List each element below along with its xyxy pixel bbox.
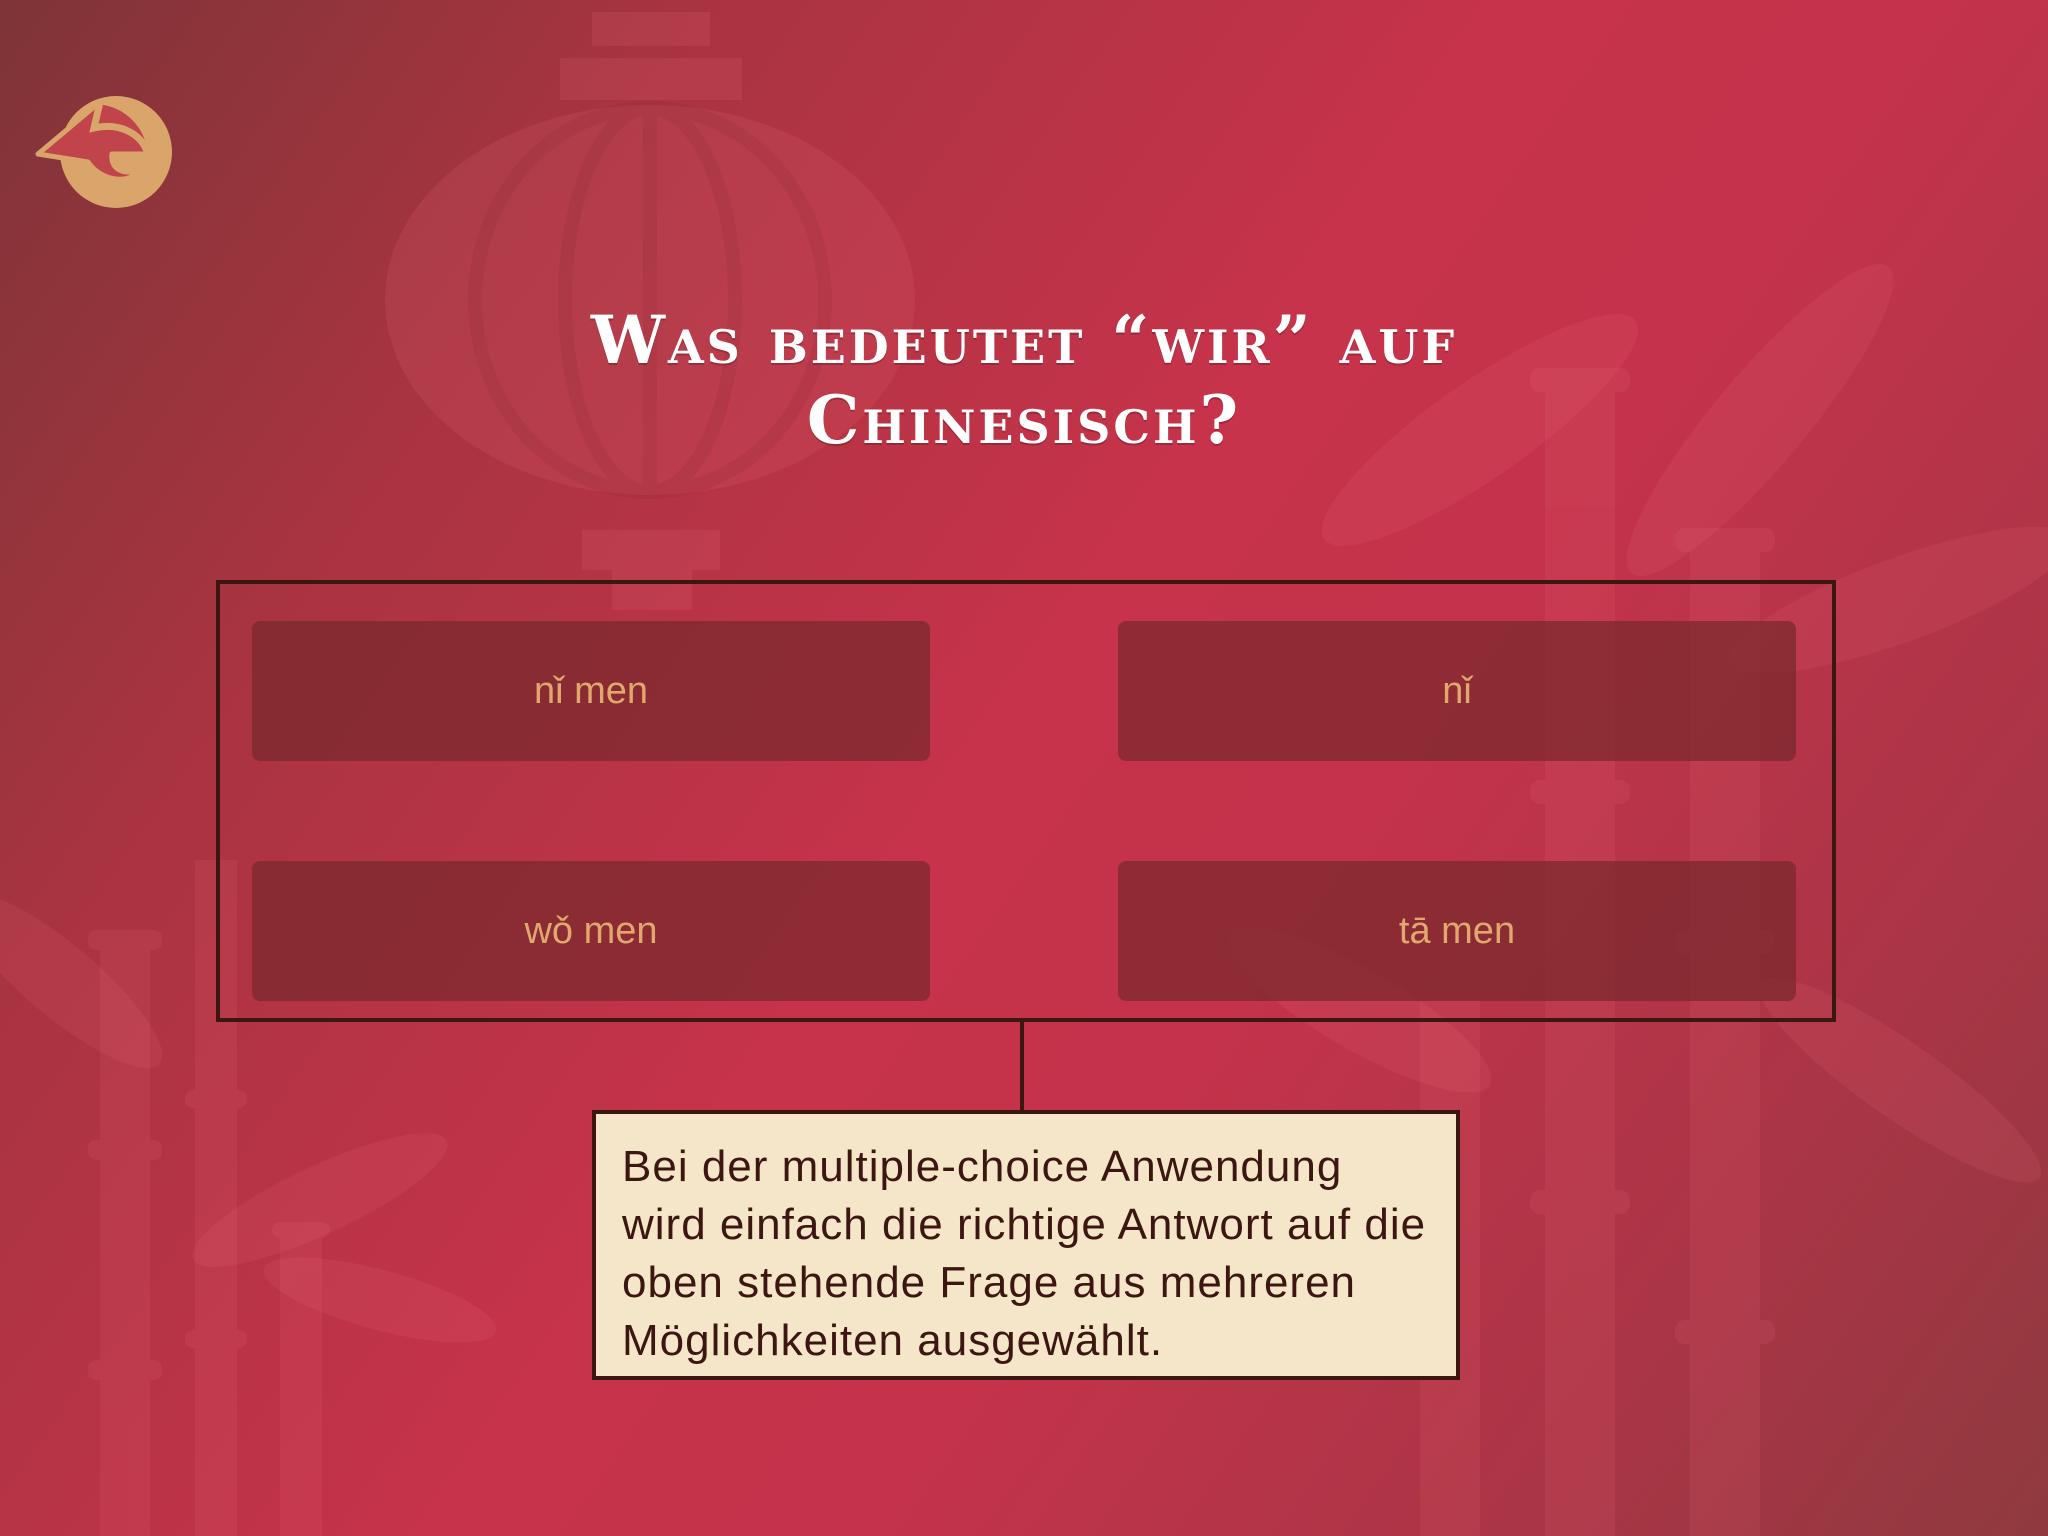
answer-option-2[interactable]: nǐ — [1118, 621, 1796, 761]
back-arrow-icon — [35, 96, 172, 208]
question-title: Was bedeutet “wir” auf Chinesisch? — [590, 301, 1458, 459]
caption-text: Bei der multiple-choice Anwendung wird e… — [622, 1142, 1427, 1365]
answer-option-3[interactable]: wǒ men — [252, 861, 930, 1001]
answer-option-1[interactable]: nǐ men — [252, 621, 930, 761]
back-button[interactable] — [30, 88, 190, 218]
explanation-caption: Bei der multiple-choice Anwendung wird e… — [592, 1110, 1460, 1380]
caption-connector-line — [1020, 1022, 1024, 1112]
answer-option-4[interactable]: tā men — [1118, 861, 1796, 1001]
